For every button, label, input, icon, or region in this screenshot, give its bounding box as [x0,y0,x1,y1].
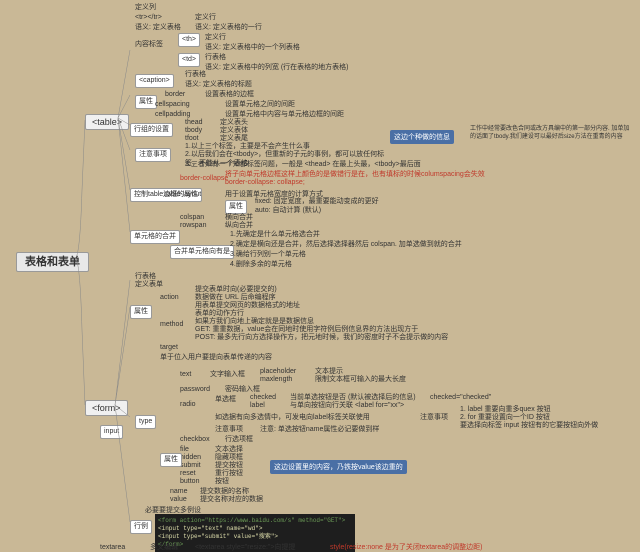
thdesc: 语义: 定义表格中的一个列表格 [205,43,300,52]
form-attrs: 属性 [130,305,152,319]
callout2: 这边设置里的内容，乃铁按value该边重的 [270,460,407,474]
button-desc: 按钮 [215,477,229,486]
caption-desc: 语义: 定义表格的标题 [185,80,252,89]
target-lbl: target [160,343,178,352]
tl-sub: 属性 [225,200,247,214]
ex-node: 行例 [130,520,152,534]
target-d: 单于位入用户要提向表单传递的内容 [160,353,272,362]
method-d3: POST: 最多先行向方选择操作方，把元地时候，我们的密度时子不会提示做的内容 [195,333,448,342]
ml-lbl: maxlength [260,375,292,384]
value-desc: 提交名称对应的数据 [200,495,263,504]
ta-note: style(resize:none 是为了关闭textarea的调整边距) [330,543,482,552]
thmean: 语义: 定义表格的一行 [195,23,262,32]
misc-attrs: 属性 [160,453,182,467]
ck-val: checked="checked" [430,393,491,402]
cb-desc: 如选据有向多选情中，可发电向label标签关联使用 [215,413,370,422]
th-node: <th> [178,33,200,47]
cellsp-desc: 设置单元格之间的间距 [225,100,295,109]
cellsp-lbl: cellspacing [155,100,190,109]
radio-desc: 单选框 [215,395,236,404]
text-desc: 文字输入框 [210,370,245,379]
type-node: type [135,415,156,429]
cb-desc2: 行选项框 [225,435,253,444]
m3: 3.确给行列别一个单元格 [230,250,306,259]
rn3: 要选择向标签 input 按钮有的它要按钮向外做 [460,421,598,430]
row-lbl: rowspan [180,221,206,230]
m4: 4.删除多余的单元格 [230,260,292,269]
action-lbl: action [160,293,179,302]
lb-lbl: label [250,401,265,410]
caption-node: <caption> [135,74,174,88]
defcol-title: 定义列 [135,3,156,12]
form-sub: 定义表单 [135,280,163,289]
border-desc: 设置表格的边框 [205,90,254,99]
ta-style: <textarea style="resize:">向提提 [195,543,295,552]
button-lbl: button [180,477,199,486]
tdtxt: 行表格 [205,53,226,62]
tddesc: 语义: 定义表格中的列宽 (行在表格的地方表格) [205,63,349,72]
m2: 2.确定是横向还是合并，然后选择选择器然后 colspan. 加单选做到就的合并 [230,240,462,249]
radio-lbl: radio [180,400,196,409]
border-lbl: border [165,90,185,99]
ta-desc: 多文编辑 [150,543,178,552]
thtxt: 定义行 [205,33,226,42]
merge-sub: 合并单元格向有是 [170,245,234,259]
td-node: <td> [178,53,200,67]
cb-note: 注意事项 [215,425,243,434]
tl-auto: auto: 自动计算 (默认) [255,206,321,215]
defrow: 定义行 [195,13,216,22]
value-lbl: value [170,495,187,504]
struct-title: 行组的设置 [130,123,173,137]
bc-lbl: border-collapse [180,174,228,183]
m1: 1.先确定是什么单元格选合并 [230,230,320,239]
trmean: 语义: 定义表格 [135,23,181,32]
trtxt: <tr></tr> [135,13,162,22]
side-callout: 这边个种做的信息 [390,130,454,144]
method-lbl: method [160,320,183,329]
cb-lbl: checkbox [180,435,210,444]
side-text: 工作中经常要改色合同或改方具编中的第一部分内容. 加单加的话面了tbody.我们… [470,125,630,141]
pwd-lbl: password [180,385,210,394]
radio-noteitem: 注意事项 [420,413,448,422]
ml-desc: 限制文本框可输入的最大长度 [315,375,406,384]
text-lbl: text [180,370,191,379]
note3: 3.三者如有一个知都标签问题，一般是 <thead> 在最上头最，<tbody>… [185,160,421,169]
ta-lbl: textarea [100,543,125,552]
note-code: border-collapse: collapse; [225,178,305,187]
merge-title: 单元格的合并 [130,230,180,244]
attrs-title: 属性 [135,95,157,109]
input-node: input [100,425,123,439]
neirong: 内容标签 [135,40,163,49]
table-node: <table> [85,114,129,130]
tl-fixed: fixed: 固定宽度，最重要能动变成的更好 [255,197,379,206]
row-desc: 纵向合并 [225,221,253,230]
tl-lbl: table-layout [165,190,201,199]
note-title: 注意事项 [135,148,171,162]
caption-txt: 行表格 [185,70,206,79]
form-node: <form> [85,400,128,416]
lb-desc: 与单向按钮向行关联 <label for="xx"> [290,401,404,410]
root-node: 表格和表单 [16,252,89,272]
type-note: 注意: 单选按钮name属性必记要做到样 [260,425,379,434]
